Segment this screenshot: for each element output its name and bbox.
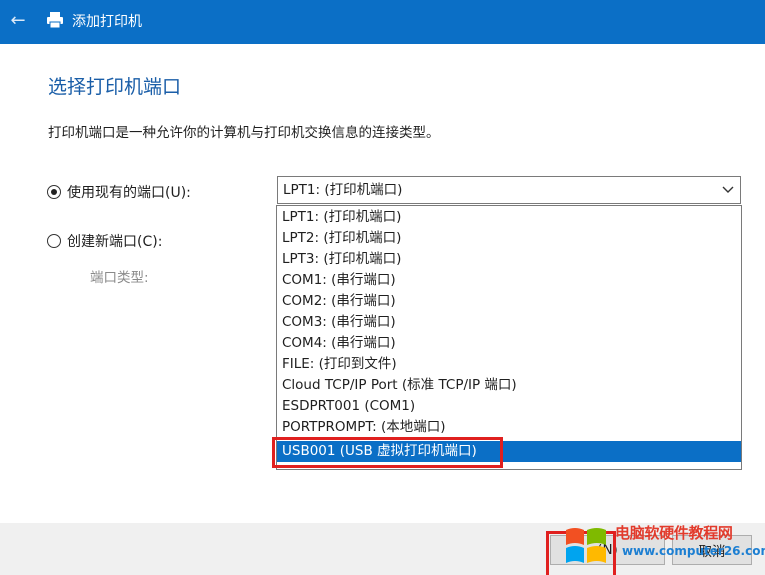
port-list-item[interactable]: PORTPROMPT: (本地端口) [277,417,741,438]
create-new-port-label: 创建新端口(C): [67,234,163,250]
port-list-item[interactable]: LPT2: (打印机端口) [277,228,741,249]
use-existing-port-option[interactable]: 使用现有的端口(U): [47,182,191,202]
back-button[interactable]: ← [4,8,32,32]
back-arrow-icon: ← [10,9,26,31]
page-heading: 选择打印机端口 [48,76,182,98]
use-existing-port-radio[interactable] [47,185,61,199]
watermark: 电脑软硬件教程网 www.computer26.com [560,520,765,575]
port-list-item[interactable]: ESDPRT001 (COM1) [277,396,741,417]
chevron-down-icon [722,186,734,193]
create-new-port-radio[interactable] [47,234,61,248]
window-title: 添加打印机 [72,14,142,30]
title-bar: ← 添加打印机 [0,0,765,44]
printer-icon [47,12,63,29]
port-list-item[interactable]: USB001 (USB 虚拟打印机端口) [277,441,741,462]
port-list-item[interactable]: Cloud TCP/IP Port (标准 TCP/IP 端口) [277,375,741,396]
port-list-item[interactable]: LPT3: (打印机端口) [277,249,741,270]
use-existing-port-label: 使用现有的端口(U): [67,185,191,201]
port-dropdown-list[interactable]: LPT1: (打印机端口) LPT2: (打印机端口) LPT3: (打印机端口) C… [276,205,742,470]
watermark-title: 电脑软硬件教程网 [615,524,733,542]
windows-logo-icon [566,528,606,563]
port-list-item[interactable]: FILE: (打印到文件) [277,354,741,375]
port-list-item[interactable]: COM3: (串行端口) [277,312,741,333]
port-list-item[interactable]: COM2: (串行端口) [277,291,741,312]
port-list-item[interactable]: LPT1: (打印机端口) [277,207,741,228]
port-type-label: 端口类型: [90,270,149,286]
port-list-item[interactable]: COM4: (串行端口) [277,333,741,354]
existing-port-select[interactable]: LPT1: (打印机端口) [277,176,741,204]
watermark-url: www.computer26.com [622,544,765,558]
create-new-port-option[interactable]: 创建新端口(C): [47,231,162,251]
port-list-item[interactable]: COM1: (串行端口) [277,270,741,291]
page-description: 打印机端口是一种允许你的计算机与打印机交换信息的连接类型。 [48,125,440,141]
existing-port-select-value: LPT1: (打印机端口) [283,182,403,198]
